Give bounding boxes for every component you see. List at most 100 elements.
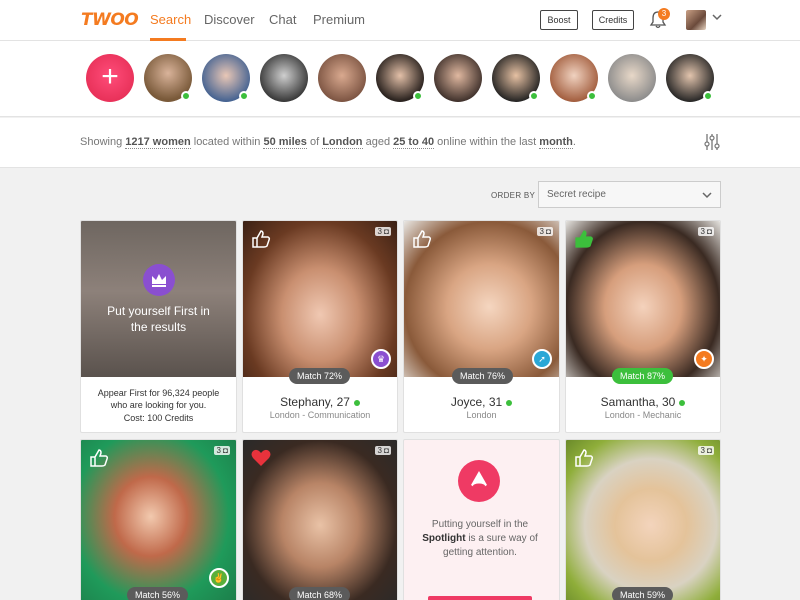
profile-subtitle: London - Mechanic [604, 410, 682, 420]
spotlight-text-before: Putting yourself in the [431, 519, 529, 530]
filter-text-online: online within the last [437, 136, 537, 148]
strip-avatar-9[interactable] [608, 54, 656, 102]
photo-count: 3 ◘ [375, 446, 391, 455]
profile-name: Stephany, 27 [243, 395, 397, 409]
photo-count-value: 3 [700, 227, 705, 236]
online-indicator [587, 91, 597, 101]
credits-button[interactable]: Credits [592, 10, 634, 30]
promo-photo [81, 221, 236, 377]
crown-icon: ♛ [371, 349, 391, 369]
tab-discover[interactable]: Discover [204, 12, 255, 27]
match-badge: Match 56% [127, 587, 189, 600]
boost-button[interactable]: Boost [540, 10, 578, 30]
strip-avatar-4[interactable] [318, 54, 366, 102]
online-indicator [181, 91, 191, 101]
online-indicator [529, 91, 539, 101]
spotlight-promo-card[interactable]: Putting yourself in the Spotlight is a s… [403, 439, 560, 600]
order-by-label: ORDER BY [491, 191, 536, 200]
order-by-select[interactable]: Secret recipe [538, 181, 721, 208]
people-strip: + [0, 41, 800, 117]
profile-card[interactable]: 3 ◘ ✌ Match 56% [80, 439, 237, 600]
top-navigation: TWOO Search Discover Chat Premium Boost … [0, 0, 800, 41]
crown-badge [143, 264, 175, 296]
chevron-down-icon[interactable] [712, 12, 722, 22]
photo-count-value: 3 [216, 446, 221, 455]
crown-icon [152, 274, 166, 287]
filter-distance-link[interactable]: 50 miles [263, 136, 307, 149]
online-indicator [239, 91, 249, 101]
filter-summary: Showing 1217 women located within 50 mil… [80, 136, 576, 149]
chevron-down-icon [702, 192, 712, 199]
photo-count-value: 3 [377, 446, 382, 455]
promo-cost: Cost: 100 Credits [123, 413, 194, 423]
online-indicator [353, 399, 360, 406]
tab-search[interactable]: Search [150, 12, 191, 27]
profile-name-text: Samantha, 30 [600, 395, 676, 409]
profile-card[interactable]: 3 ◘ ➚ Match 76% Joyce, 31 London [403, 220, 560, 433]
match-badge: Match 68% [289, 587, 351, 600]
promo-first-card[interactable]: Put yourself First in the results Appear… [80, 220, 237, 433]
profile-name-text: Joyce, 31 [450, 395, 503, 409]
filter-city-link[interactable]: London [322, 136, 363, 149]
filter-period-link[interactable]: month [539, 136, 573, 149]
photo-count: 3 ◘ [214, 446, 230, 455]
online-indicator [703, 91, 713, 101]
promo-description: Appear First for 96,324 people who are l… [97, 388, 220, 410]
strip-avatar-6[interactable] [434, 54, 482, 102]
profile-subtitle: London - Communication [269, 410, 371, 420]
strip-avatar-3[interactable] [260, 54, 308, 102]
match-badge: Match 72% [289, 368, 351, 384]
profile-name-text: Stephany, 27 [280, 395, 350, 409]
photo-count-value: 3 [700, 446, 705, 455]
filter-count-link[interactable]: 1217 women [125, 136, 191, 149]
filter-text-end: . [572, 136, 576, 148]
twoo-logo[interactable]: TWOO [81, 10, 139, 30]
online-indicator [506, 399, 513, 406]
profile-subtitle: London [466, 410, 497, 420]
add-spotlight-button[interactable]: + [86, 54, 134, 102]
heart-icon[interactable] [250, 447, 272, 469]
online-indicator [679, 399, 686, 406]
notification-badge: 3 [658, 8, 670, 20]
promo-headline: Put yourself First in the results [107, 304, 210, 334]
tab-premium[interactable]: Premium [313, 12, 365, 27]
profile-name: Joyce, 31 [404, 395, 559, 409]
search-filter-bar: Showing 1217 women located within 50 mil… [0, 118, 800, 168]
online-indicator [413, 91, 423, 101]
sparkle-icon: ✦ [694, 349, 714, 369]
photo-count-value: 3 [377, 227, 382, 236]
spotlight-icon [471, 471, 487, 489]
profile-card[interactable]: 3 ◘ ✦ Match 87% Samantha, 30 London - Me… [565, 220, 721, 433]
tab-chat[interactable]: Chat [269, 12, 296, 27]
avatar[interactable] [686, 10, 706, 30]
spotlight-button[interactable] [428, 596, 532, 600]
match-badge: Match 59% [612, 587, 674, 600]
spotlight-text-bold: Spotlight [422, 533, 466, 544]
filter-text-of: of [309, 136, 320, 148]
photo-count: 3 ◘ [698, 227, 714, 236]
thumbs-up-icon[interactable] [573, 228, 595, 250]
filter-text-aged: aged [365, 136, 391, 148]
spotlight-description: Putting yourself in the Spotlight is a s… [418, 518, 542, 560]
thumbs-up-icon[interactable] [88, 447, 110, 469]
photo-count: 3 ◘ [698, 446, 714, 455]
profile-name: Samantha, 30 [566, 395, 720, 409]
thumbs-up-icon[interactable] [250, 228, 272, 250]
photo-count: 3 ◘ [375, 227, 391, 236]
thumbs-up-icon[interactable] [573, 447, 595, 469]
profile-card[interactable]: 3 ◘ Match 59% [565, 439, 721, 600]
spotlight-badge [458, 460, 500, 502]
filter-settings-icon[interactable] [704, 132, 720, 152]
profile-card[interactable]: 3 ◘ ♛ Match 72% Stephany, 27 London - Co… [242, 220, 398, 433]
filter-text-showing: Showing [80, 136, 123, 148]
peace-hand-icon: ✌ [209, 568, 229, 588]
match-badge: Match 76% [452, 368, 514, 384]
profile-card[interactable]: 3 ◘ Match 68% [242, 439, 398, 600]
filter-age-link[interactable]: 25 to 40 [393, 136, 435, 149]
plus-icon: + [101, 60, 119, 93]
photo-count: 3 ◘ [537, 227, 553, 236]
thumbs-up-icon[interactable] [411, 228, 433, 250]
match-badge: Match 87% [612, 368, 674, 384]
order-by-value: Secret recipe [547, 189, 606, 200]
filter-text-located: located within [193, 136, 261, 148]
